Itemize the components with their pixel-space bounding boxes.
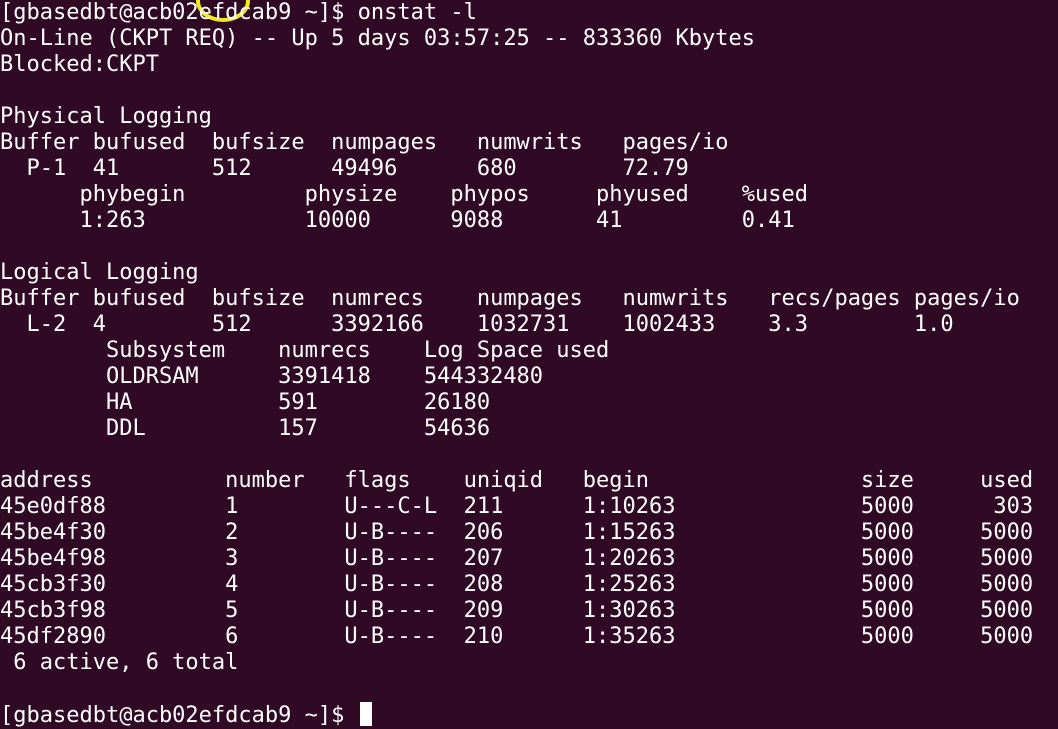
table-row: DDL 157 54636 — [0, 416, 491, 441]
table-header: Subsystem numrecs Log Space used — [0, 338, 610, 363]
summary-line: 6 active, 6 total — [0, 650, 239, 675]
section-heading: Physical Logging — [0, 104, 212, 129]
table-row: 45be4f98 3 U-B---- 207 1:20263 5000 5000… — [0, 546, 1058, 571]
table-row: L-2 4 512 3392166 1032731 1002433 3.3 1.… — [0, 312, 954, 337]
section-heading: Logical Logging — [0, 260, 199, 285]
table-row: HA 591 26180 — [0, 390, 491, 415]
terminal-line: [gbasedbt@acb02efdcab9 ~]$ onstat -l — [0, 0, 477, 25]
table-header: address number flags uniqid begin size u… — [0, 468, 1058, 493]
table-row: 45df2890 6 U-B---- 210 1:35263 5000 5000… — [0, 624, 1058, 649]
text-cursor[interactable] — [359, 702, 372, 726]
table-row: 45cb3f98 5 U-B---- 209 1:30263 5000 5000… — [0, 598, 1058, 623]
table-row: OLDRSAM 3391418 544332480 — [0, 364, 544, 389]
table-header: Buffer bufused bufsize numpages numwrits… — [0, 130, 729, 155]
table-row: 45e0df88 1 U---C-L 211 1:10263 5000 303 … — [0, 494, 1058, 519]
prompt-text: [gbasedbt@acb02efdcab9 ~]$ — [0, 703, 358, 728]
table-header: Buffer bufused bufsize numrecs numpages … — [0, 286, 1020, 311]
terminal-line: Blocked:CKPT — [0, 52, 159, 77]
table-row: 1:263 10000 9088 41 0.41 — [0, 208, 795, 233]
terminal-window[interactable]: [gbasedbt@acb02efdcab9 ~]$ onstat -l On-… — [0, 0, 1058, 729]
table-header: phybegin physize phypos phyused %used — [0, 182, 808, 207]
table-row: 45cb3f30 4 U-B---- 208 1:25263 5000 5000… — [0, 572, 1058, 597]
command-prompt-line[interactable]: [gbasedbt@acb02efdcab9 ~]$ — [0, 702, 372, 728]
table-row: 45be4f30 2 U-B---- 206 1:15263 5000 5000… — [0, 520, 1058, 545]
table-row: P-1 41 512 49496 680 72.79 — [0, 156, 689, 181]
terminal-line: On-Line (CKPT REQ) -- Up 5 days 03:57:25… — [0, 26, 755, 51]
